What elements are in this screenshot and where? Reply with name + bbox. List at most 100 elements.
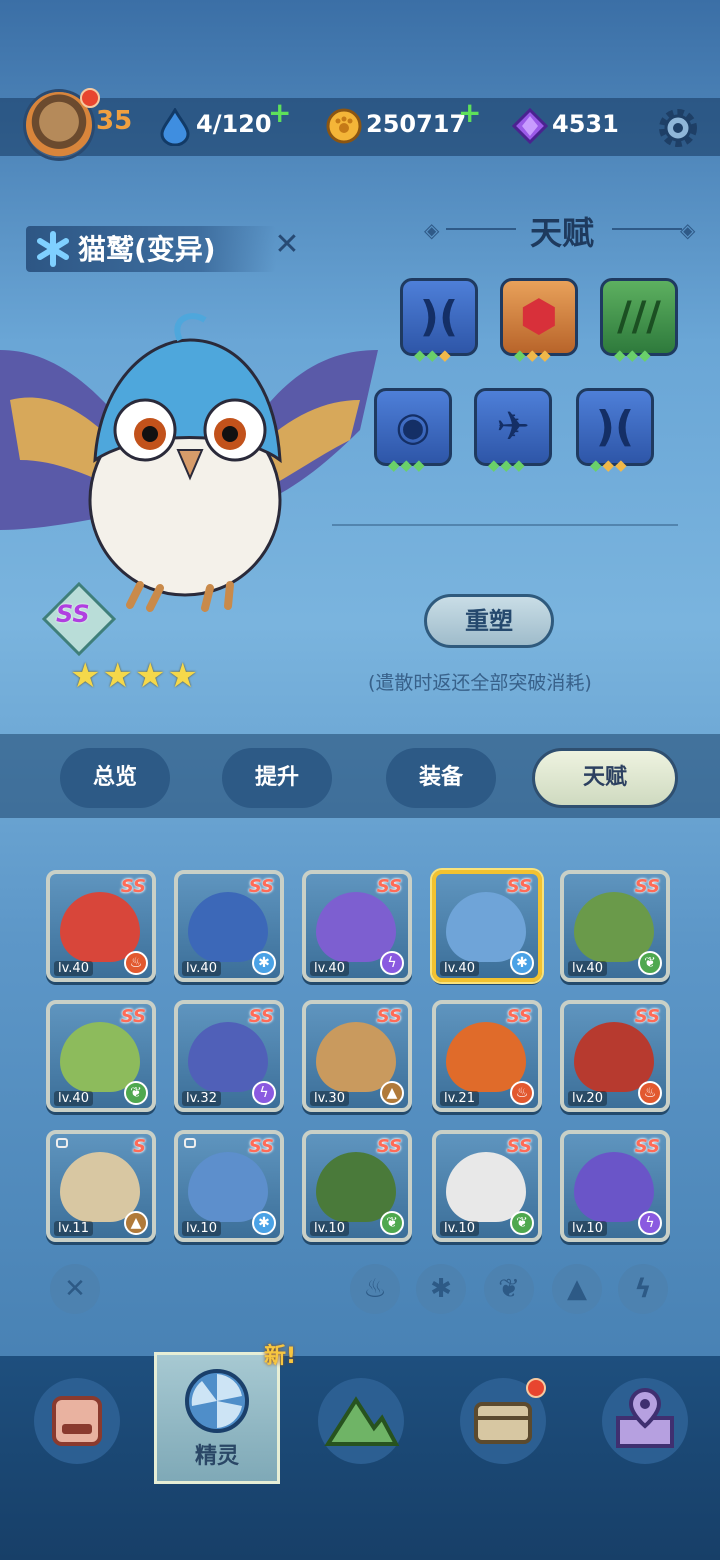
pet-card-level: lv.21: [440, 1091, 479, 1106]
pet-stars: ★★★★: [70, 656, 200, 696]
pet-rank: SS: [56, 600, 90, 628]
talent-slot-6-gems: ◆◆◆: [590, 456, 628, 474]
pet-card-rank: SS: [248, 876, 274, 897]
filter-earth-button[interactable]: ▲: [552, 1264, 602, 1314]
thunder-element-icon: ϟ: [638, 1211, 662, 1235]
settings-gear-icon[interactable]: [656, 106, 700, 150]
talent-slot-1[interactable]: )(: [400, 278, 478, 356]
filter-ice-button[interactable]: ✱: [416, 1264, 466, 1314]
clear-filter-button[interactable]: ✕: [50, 1264, 100, 1314]
pet-card[interactable]: SS lv.40 ✱: [174, 870, 284, 982]
talent-title: 天赋: [530, 214, 595, 252]
coin-icon: [326, 108, 362, 144]
pet-card[interactable]: SS lv.10 ❦: [302, 1130, 412, 1242]
pet-card-level: lv.40: [568, 961, 607, 976]
wood-element-icon: ❦: [638, 951, 662, 975]
add-coin-button[interactable]: +: [458, 96, 481, 129]
pet-card-level: lv.40: [54, 961, 93, 976]
pet-portrait-thumb: [316, 892, 396, 962]
talent-slot-5[interactable]: ✈: [474, 388, 552, 466]
fire-element-icon: ♨: [638, 1081, 662, 1105]
ice-element-icon: ✱: [252, 1211, 276, 1235]
nav-battle-button[interactable]: [34, 1378, 120, 1464]
pet-card[interactable]: SS lv.40 ✱: [432, 870, 542, 982]
pet-card[interactable]: SS lv.40 ❦: [46, 1000, 156, 1112]
gem-icon: [512, 108, 548, 144]
nav-map-button[interactable]: [318, 1378, 404, 1464]
ornament-left-icon: ◈: [424, 218, 440, 242]
console-icon: [52, 1396, 102, 1446]
talent-slot-2[interactable]: ⬢: [500, 278, 578, 356]
talent-slot-3[interactable]: ///: [600, 278, 678, 356]
lock-icon: [56, 1138, 68, 1148]
moon-icon: )(: [595, 402, 635, 451]
pet-card-level: lv.20: [568, 1091, 607, 1106]
pet-card-rank: SS: [634, 1136, 660, 1157]
pet-card[interactable]: SS lv.10 ❦: [432, 1130, 542, 1242]
pet-card[interactable]: SS lv.30 ▲: [302, 1000, 412, 1112]
pet-card-rank: SS: [248, 1136, 274, 1157]
pet-card-rank: SS: [376, 1136, 402, 1157]
fire-element-icon: ♨: [124, 951, 148, 975]
pet-card[interactable]: SS lv.10 ϟ: [560, 1130, 670, 1242]
talent-slot-3-gems: ◆◆◆: [614, 346, 652, 364]
filter-wood-button[interactable]: ❦: [484, 1264, 534, 1314]
pet-card[interactable]: SS lv.40 ♨: [46, 870, 156, 982]
pet-portrait-thumb: [574, 1152, 654, 1222]
pet-card[interactable]: Slv.11 ▲: [46, 1130, 156, 1242]
filter-thunder-button[interactable]: ϟ: [618, 1264, 668, 1314]
moon-icon: )(: [419, 292, 459, 341]
wood-element-icon: ❦: [510, 1211, 534, 1235]
wood-element-icon: ❦: [124, 1081, 148, 1105]
ruby-icon: ⬢: [519, 291, 559, 342]
pet-portrait-thumb: [60, 1152, 140, 1222]
new-badge: 新!: [264, 1344, 297, 1369]
filter-fire-button[interactable]: ♨: [350, 1264, 400, 1314]
talent-slot-6[interactable]: )(: [576, 388, 654, 466]
pet-portrait-thumb: [446, 1152, 526, 1222]
pet-portrait-thumb: [446, 892, 526, 962]
pet-portrait-thumb: [316, 1022, 396, 1092]
pet-card-level: lv.32: [182, 1091, 221, 1106]
title-ornament-left: [446, 228, 516, 230]
nav-location-button[interactable]: [602, 1378, 688, 1464]
pet-name: 猫鹫(变异): [78, 233, 216, 266]
pet-card-level: lv.40: [182, 961, 221, 976]
talent-slot-4[interactable]: ◉: [374, 388, 452, 466]
water-drop-icon: [160, 108, 190, 146]
lock-icon: [184, 1138, 196, 1148]
gem-value: 4531: [552, 110, 619, 138]
pet-card-rank: SS: [506, 1136, 532, 1157]
tab-equipment[interactable]: 装备: [386, 748, 496, 808]
coin-value: 250717: [366, 110, 467, 138]
pet-card-rank: SS: [120, 876, 146, 897]
pet-card[interactable]: SS lv.10 ✱: [174, 1130, 284, 1242]
add-stamina-button[interactable]: +: [268, 96, 291, 129]
pet-card-level: lv.11: [54, 1221, 93, 1236]
talent-slot-2-gems: ◆◆◆: [514, 346, 552, 364]
pet-card-level: lv.30: [310, 1091, 349, 1106]
pet-card[interactable]: SS lv.20 ♨: [560, 1000, 670, 1112]
pet-card[interactable]: SS lv.40 ❦: [560, 870, 670, 982]
pet-card[interactable]: SS lv.21 ♨: [432, 1000, 542, 1112]
pet-card-rank: SS: [506, 876, 532, 897]
pet-card[interactable]: SS lv.32 ϟ: [174, 1000, 284, 1112]
pet-portrait-thumb: [574, 892, 654, 962]
reshape-button[interactable]: 重塑: [424, 594, 554, 648]
tab-upgrade[interactable]: 提升: [222, 748, 332, 808]
pet-card-rank: S: [133, 1136, 146, 1157]
ice-element-icon: ✱: [252, 951, 276, 975]
fire-element-icon: ♨: [510, 1081, 534, 1105]
pet-card-level: lv.40: [54, 1091, 93, 1106]
pet-card-level: lv.40: [440, 961, 479, 976]
thunder-element-icon: ϟ: [252, 1081, 276, 1105]
pet-card[interactable]: SS lv.40 ϟ: [302, 870, 412, 982]
pet-portrait-thumb: [316, 1152, 396, 1222]
pet-portrait-thumb: [188, 1022, 268, 1092]
ornament-right-icon: ◈: [680, 218, 696, 242]
pet-card-level: lv.10: [568, 1221, 607, 1236]
tab-talent[interactable]: 天赋: [532, 748, 678, 808]
close-icon[interactable]: ✕: [270, 228, 304, 262]
talent-slot-1-gems: ◆◆◆: [414, 346, 452, 364]
tab-overview[interactable]: 总览: [60, 748, 170, 808]
